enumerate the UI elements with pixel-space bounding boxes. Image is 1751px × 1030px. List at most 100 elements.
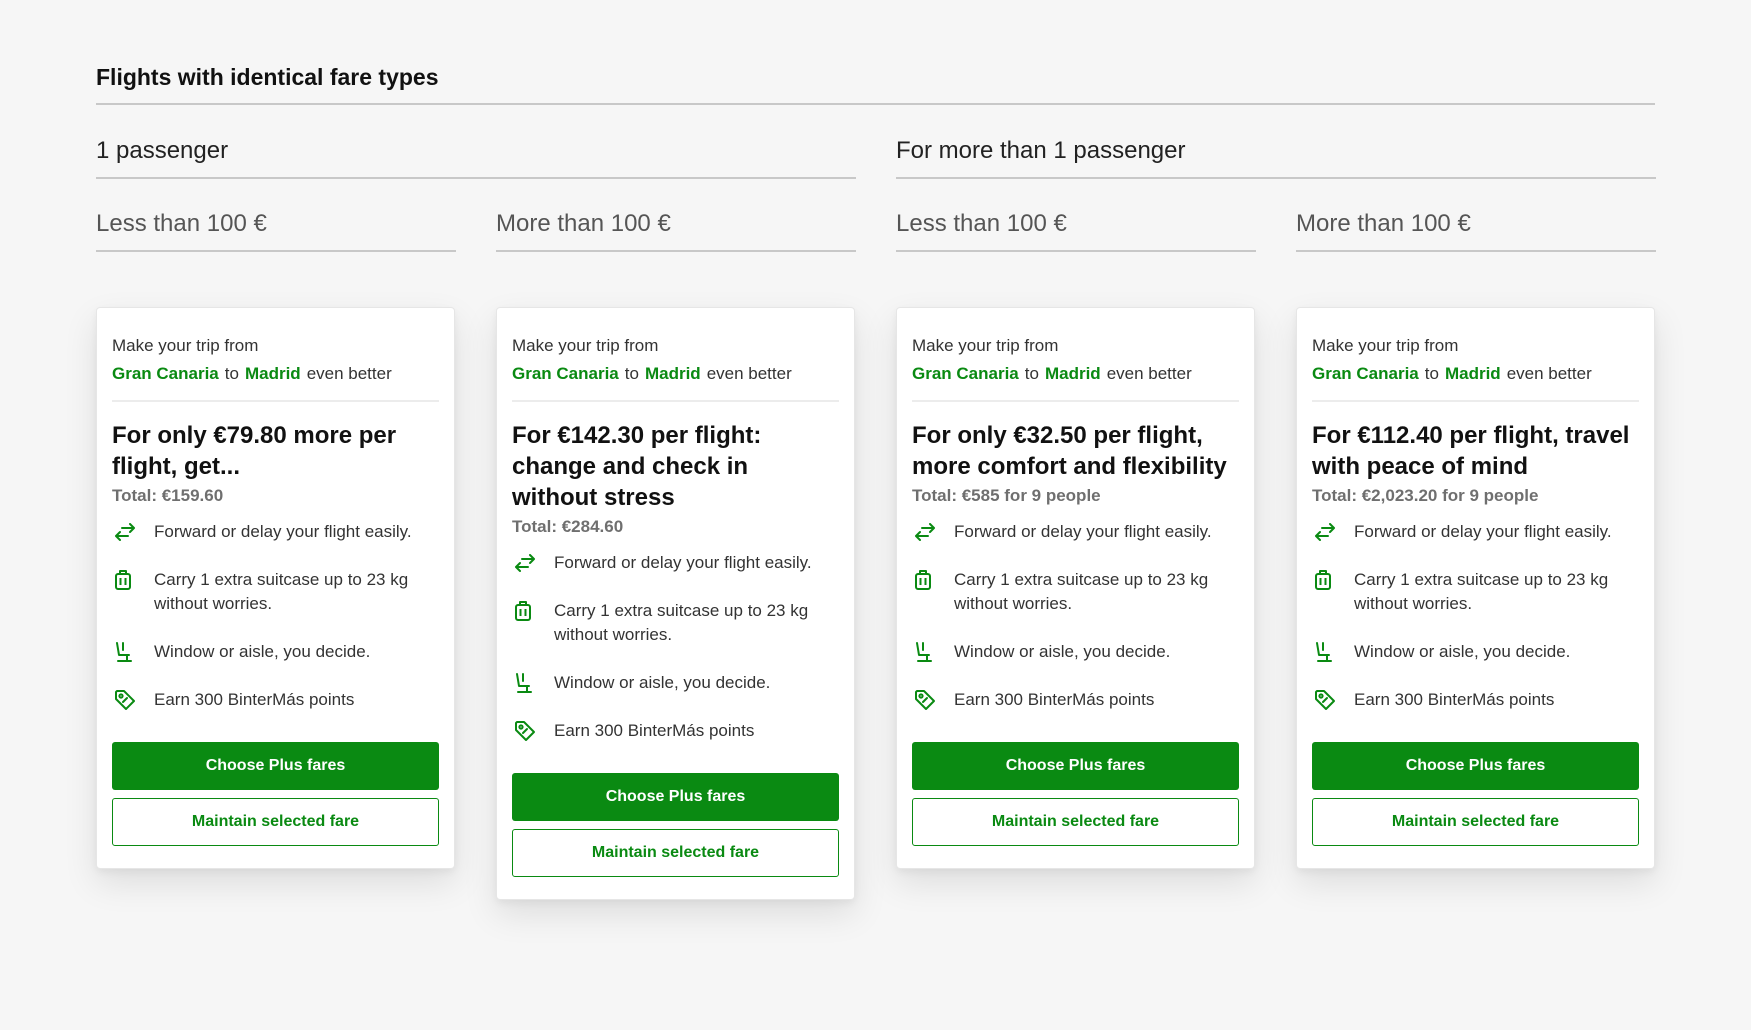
feature-list: Forward or delay your flight easily. Car… (512, 551, 839, 743)
suitcase-icon (514, 599, 540, 623)
card-total: Total: €159.60 (112, 486, 224, 505)
feature-item: Window or aisle, you decide. (512, 671, 839, 695)
swap-arrows-icon (914, 520, 940, 544)
feature-text: Earn 300 BinterMás points (554, 721, 755, 740)
route-connector: to (1024, 364, 1039, 383)
card-intro: Make your trip from (912, 336, 1059, 355)
card-route: Gran Canaria to Madrid even better (112, 360, 439, 402)
tag-icon (114, 688, 140, 712)
tag-icon (914, 688, 940, 712)
feature-item: Carry 1 extra suitcase up to 23 kg witho… (512, 599, 839, 647)
fare-upsell-card: Make your trip from Gran Canaria to Madrid… (896, 307, 1255, 869)
feature-item: Carry 1 extra suitcase up to 23 kg witho… (912, 568, 1239, 616)
suitcase-icon (114, 568, 140, 592)
feature-text: Window or aisle, you decide. (154, 642, 371, 661)
choose-plus-fares-button[interactable]: Choose Plus fares (1312, 742, 1639, 790)
feature-text: Forward or delay your flight easily. (1354, 522, 1612, 541)
subgroup-title: More than 100 € (1296, 210, 1656, 252)
feature-text: Earn 300 BinterMás points (154, 690, 355, 709)
feature-text: Carry 1 extra suitcase up to 23 kg witho… (954, 570, 1209, 613)
choose-plus-fares-button[interactable]: Choose Plus fares (912, 742, 1239, 790)
origin-city: Gran Canaria (1312, 364, 1419, 383)
feature-item: Earn 300 BinterMás points (512, 719, 839, 743)
feature-list: Forward or delay your flight easily. Car… (112, 520, 439, 712)
card-intro: Make your trip from (512, 336, 659, 355)
suitcase-icon (1314, 568, 1340, 592)
fare-upsell-card: Make your trip from Gran Canaria to Madrid… (496, 307, 855, 900)
card-intro: Make your trip from (1312, 336, 1459, 355)
route-suffix: even better (1506, 364, 1592, 383)
seat-icon (114, 640, 140, 664)
card-route: Gran Canaria to Madrid even better (1312, 360, 1639, 402)
suitcase-icon (914, 568, 940, 592)
maintain-selected-fare-button[interactable]: Maintain selected fare (112, 798, 439, 846)
feature-item: Carry 1 extra suitcase up to 23 kg witho… (112, 568, 439, 616)
swap-arrows-icon (114, 520, 140, 544)
choose-plus-fares-button[interactable]: Choose Plus fares (512, 773, 839, 821)
feature-item: Forward or delay your flight easily. (512, 551, 839, 575)
tag-icon (514, 719, 540, 743)
destination-city: Madrid (644, 364, 701, 383)
route-suffix: even better (1106, 364, 1192, 383)
card-route: Gran Canaria to Madrid even better (512, 360, 839, 402)
feature-text: Forward or delay your flight easily. (954, 522, 1212, 541)
route-connector: to (624, 364, 639, 383)
group-title-multi-passenger: For more than 1 passenger (896, 137, 1656, 179)
choose-plus-fares-button[interactable]: Choose Plus fares (112, 742, 439, 790)
feature-item: Forward or delay your flight easily. (1312, 520, 1639, 544)
feature-item: Window or aisle, you decide. (112, 640, 439, 664)
feature-item: Earn 300 BinterMás points (912, 688, 1239, 712)
card-headline: For €142.30 per flight: change and check… (512, 422, 762, 511)
feature-text: Window or aisle, you decide. (954, 642, 1171, 661)
route-suffix: even better (306, 364, 392, 383)
group-title-single-passenger: 1 passenger (96, 137, 856, 179)
feature-text: Earn 300 BinterMás points (954, 690, 1155, 709)
page-title: Flights with identical fare types (96, 64, 1655, 105)
card-total: Total: €2,023.20 for 9 people (1312, 486, 1539, 505)
destination-city: Madrid (244, 364, 301, 383)
route-suffix: even better (706, 364, 792, 383)
feature-item: Carry 1 extra suitcase up to 23 kg witho… (1312, 568, 1639, 616)
swap-arrows-icon (1314, 520, 1340, 544)
feature-item: Window or aisle, you decide. (912, 640, 1239, 664)
feature-text: Window or aisle, you decide. (1354, 642, 1571, 661)
card-headline: For €112.40 per flight, travel with peac… (1312, 422, 1630, 480)
swap-arrows-icon (514, 551, 540, 575)
origin-city: Gran Canaria (512, 364, 619, 383)
feature-list: Forward or delay your flight easily. Car… (1312, 520, 1639, 712)
fare-upsell-card: Make your trip from Gran Canaria to Madrid… (1296, 307, 1655, 869)
origin-city: Gran Canaria (112, 364, 219, 383)
card-total: Total: €284.60 (512, 517, 624, 536)
feature-item: Forward or delay your flight easily. (112, 520, 439, 544)
subgroup-title: Less than 100 € (896, 210, 1256, 252)
feature-text: Window or aisle, you decide. (554, 673, 771, 692)
feature-text: Forward or delay your flight easily. (154, 522, 412, 541)
fare-upsell-card: Make your trip from Gran Canaria to Madrid… (96, 307, 455, 869)
card-headline: For only €32.50 per flight, more comfort… (912, 422, 1227, 480)
seat-icon (514, 671, 540, 695)
destination-city: Madrid (1044, 364, 1101, 383)
tag-icon (1314, 688, 1340, 712)
feature-item: Earn 300 BinterMás points (112, 688, 439, 712)
feature-item: Window or aisle, you decide. (1312, 640, 1639, 664)
maintain-selected-fare-button[interactable]: Maintain selected fare (912, 798, 1239, 846)
route-connector: to (1424, 364, 1439, 383)
feature-item: Forward or delay your flight easily. (912, 520, 1239, 544)
subgroup-title: Less than 100 € (96, 210, 456, 252)
feature-text: Earn 300 BinterMás points (1354, 690, 1555, 709)
feature-item: Earn 300 BinterMás points (1312, 688, 1639, 712)
card-intro: Make your trip from (112, 336, 259, 355)
route-connector: to (224, 364, 239, 383)
card-headline: For only €79.80 more per flight, get... (112, 422, 397, 480)
feature-text: Carry 1 extra suitcase up to 23 kg witho… (1354, 570, 1609, 613)
feature-text: Carry 1 extra suitcase up to 23 kg witho… (154, 570, 409, 613)
feature-text: Forward or delay your flight easily. (554, 553, 812, 572)
maintain-selected-fare-button[interactable]: Maintain selected fare (512, 829, 839, 877)
subgroup-title: More than 100 € (496, 210, 856, 252)
maintain-selected-fare-button[interactable]: Maintain selected fare (1312, 798, 1639, 846)
origin-city: Gran Canaria (912, 364, 1019, 383)
seat-icon (1314, 640, 1340, 664)
feature-list: Forward or delay your flight easily. Car… (912, 520, 1239, 712)
feature-text: Carry 1 extra suitcase up to 23 kg witho… (554, 601, 809, 644)
seat-icon (914, 640, 940, 664)
